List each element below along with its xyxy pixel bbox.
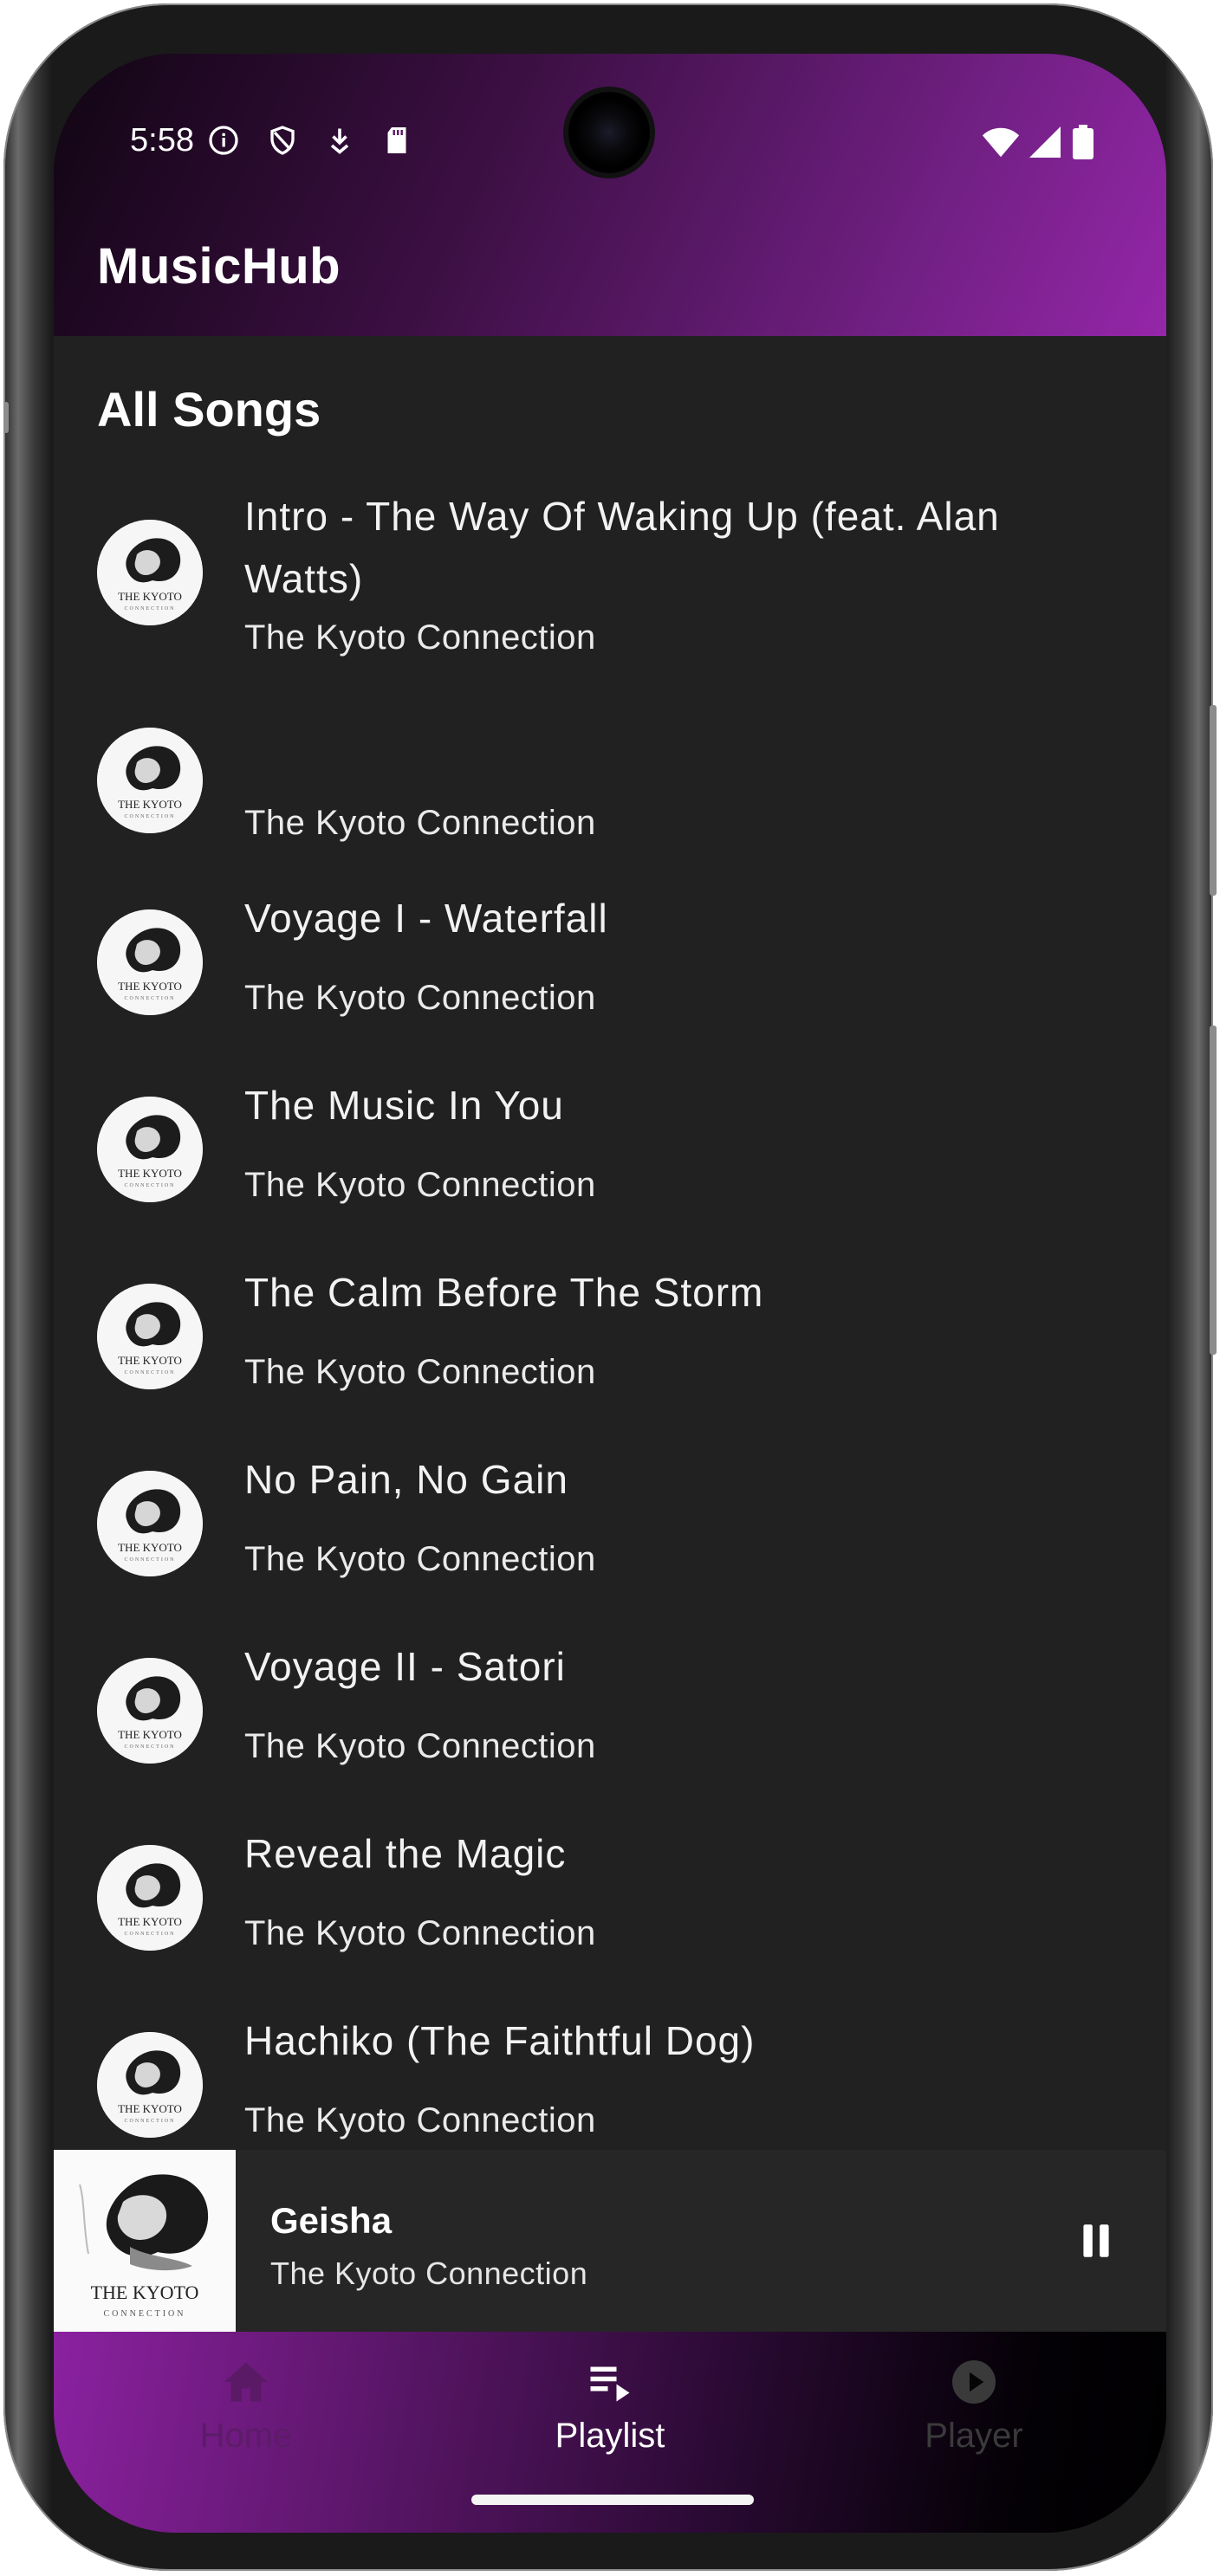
now-playing-artist: The Kyoto Connection (270, 2256, 588, 2291)
svg-text:CONNECTION: CONNECTION (125, 1557, 176, 1563)
svg-text:THE KYOTO: THE KYOTO (118, 2102, 182, 2115)
app-bar: 5:58 MusicHub (54, 54, 1166, 336)
front-camera (568, 92, 650, 173)
screen: 5:58 MusicHub All Songs THE KYOTO CONNECT… (54, 54, 1166, 2533)
song-title: Intro - The Way Of Waking Up (feat. Alan… (244, 494, 1000, 601)
svg-text:CONNECTION: CONNECTION (125, 814, 176, 819)
song-album-art: THE KYOTO CONNECTION (97, 728, 203, 833)
shield-icon (270, 126, 295, 155)
song-album-art: THE KYOTO CONNECTION (97, 1471, 203, 1576)
play-circle-icon (952, 2360, 996, 2404)
song-title: Hachiko (The Faithtful Dog) (244, 2018, 756, 2063)
song-album-art: THE KYOTO CONNECTION (97, 2032, 203, 2138)
svg-text:CONNECTION: CONNECTION (125, 1370, 176, 1375)
song-artist: The Kyoto Connection (244, 2101, 596, 2139)
app-title: MusicHub (97, 238, 341, 294)
power-button (1210, 705, 1217, 896)
nav-playlist-label: Playlist (555, 2417, 665, 2455)
song-artist: The Kyoto Connection (244, 1914, 596, 1952)
song-album-art: THE KYOTO CONNECTION (97, 1845, 203, 1951)
album-art-subtext: CONNECTION (104, 2309, 186, 2319)
svg-text:CONNECTION: CONNECTION (125, 2119, 176, 2124)
download-icon (330, 128, 349, 154)
section-title: All Songs (97, 382, 321, 437)
svg-text:THE KYOTO: THE KYOTO (118, 590, 182, 603)
svg-text:CONNECTION: CONNECTION (125, 1932, 176, 1937)
playlist-play-icon (590, 2366, 630, 2402)
song-album-art: THE KYOTO CONNECTION (97, 1097, 203, 1202)
gesture-home-bar[interactable] (471, 2495, 754, 2505)
svg-text:THE KYOTO: THE KYOTO (118, 798, 182, 811)
song-title: Reveal the Magic (244, 1831, 567, 1876)
pause-button[interactable] (1074, 2219, 1118, 2262)
album-art-text: THE KYOTO (91, 2282, 199, 2303)
song-list-item[interactable]: THE KYOTO CONNECTION Reveal the Magic The K… (54, 1819, 1166, 2006)
song-title: Voyage II - Satori (244, 1644, 566, 1689)
bottom-navigation: Home Playlist Player (54, 2332, 1166, 2533)
song-list-item[interactable]: THE KYOTO CONNECTION Voyage II - Satori The… (54, 1632, 1166, 1819)
svg-text:THE KYOTO: THE KYOTO (118, 1728, 182, 1741)
sd-card-icon (387, 127, 406, 153)
phone-frame: 5:58 MusicHub All Songs THE KYOTO CONNECT… (3, 3, 1217, 2571)
svg-text:THE KYOTO: THE KYOTO (118, 1354, 182, 1367)
song-artist: The Kyoto Connection (244, 1353, 596, 1391)
song-list-item[interactable]: THE KYOTO CONNECTION No Pain, No Gain The K… (54, 1445, 1166, 1632)
song-list-item[interactable]: THE KYOTO CONNECTION The Kyoto Connection (54, 710, 1166, 883)
song-album-art: THE KYOTO CONNECTION (97, 520, 203, 625)
nav-player-label: Player (925, 2417, 1023, 2455)
svg-text:THE KYOTO: THE KYOTO (118, 980, 182, 993)
svg-text:CONNECTION: CONNECTION (125, 996, 176, 1001)
song-artist: The Kyoto Connection (244, 1727, 596, 1765)
song-artist: The Kyoto Connection (244, 979, 596, 1017)
song-artist: The Kyoto Connection (244, 1166, 596, 1204)
nav-playlist[interactable]: Playlist (497, 2356, 723, 2469)
mini-player[interactable]: THE KYOTO CONNECTION Geisha The Kyoto Co… (54, 2150, 1166, 2332)
volume-button (1210, 1026, 1217, 1355)
song-album-art: THE KYOTO CONNECTION (97, 1284, 203, 1389)
song-artist: The Kyoto Connection (244, 804, 596, 842)
home-icon (224, 2362, 268, 2402)
svg-text:CONNECTION: CONNECTION (125, 1744, 176, 1750)
song-list-item[interactable]: THE KYOTO CONNECTION The Calm Before The S… (54, 1258, 1166, 1445)
song-list-area[interactable]: All Songs THE KYOTO CONNECTION Intro - The… (54, 336, 1166, 2150)
info-icon (209, 126, 238, 155)
frame-band (3, 402, 9, 433)
svg-text:CONNECTION: CONNECTION (125, 606, 176, 612)
signal-icon (1029, 126, 1061, 158)
song-album-art: THE KYOTO CONNECTION (97, 909, 203, 1015)
song-list-item[interactable]: THE KYOTO CONNECTION The Music In You The K… (54, 1071, 1166, 1258)
song-artist: The Kyoto Connection (244, 1540, 596, 1578)
song-list-item[interactable]: THE KYOTO CONNECTION Intro - The Way Of Wa… (54, 485, 1166, 710)
song-album-art: THE KYOTO CONNECTION (97, 1658, 203, 1764)
now-playing-album-art: THE KYOTO CONNECTION (54, 2150, 236, 2332)
svg-text:THE KYOTO: THE KYOTO (118, 1915, 182, 1928)
nav-home[interactable]: Home (133, 2356, 359, 2469)
now-playing-title: Geisha (270, 2200, 393, 2241)
song-artist: The Kyoto Connection (244, 618, 596, 657)
svg-text:THE KYOTO: THE KYOTO (118, 1541, 182, 1554)
song-list-item[interactable]: THE KYOTO CONNECTION Voyage I - Waterfall T… (54, 883, 1166, 1071)
battery-icon (1073, 125, 1093, 159)
status-time: 5:58 (130, 122, 194, 159)
song-title: Voyage I - Waterfall (244, 896, 608, 941)
song-title: The Music In You (244, 1083, 564, 1128)
svg-text:THE KYOTO: THE KYOTO (118, 1167, 182, 1180)
svg-text:CONNECTION: CONNECTION (125, 1183, 176, 1188)
nav-home-label: Home (199, 2417, 293, 2455)
song-title: The Calm Before The Storm (244, 1270, 764, 1315)
wifi-icon (982, 127, 1020, 158)
song-list-item[interactable]: THE KYOTO CONNECTION Hachiko (The Faithtfu… (54, 2006, 1166, 2150)
song-title: No Pain, No Gain (244, 1457, 568, 1502)
nav-player[interactable]: Player (861, 2356, 1087, 2469)
